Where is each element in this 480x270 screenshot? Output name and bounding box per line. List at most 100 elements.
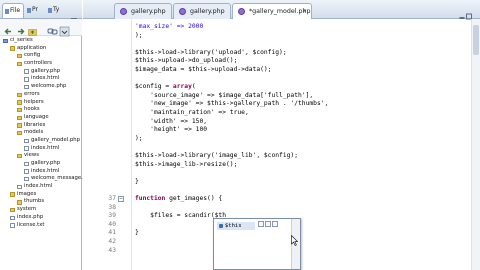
code-line[interactable]: $this->load->library('image_lib', $confi… — [135, 152, 298, 160]
tree-folder-item[interactable]: libraries — [0, 122, 82, 130]
tree-item-label: gallery.php — [31, 160, 61, 166]
tab-project[interactable]: Pr — [25, 3, 45, 18]
tab-label: Pr — [32, 6, 38, 13]
code-token: 'maintain_ration' => true, — [135, 109, 249, 116]
code-line[interactable]: $this->load->library('upload', $config); — [135, 49, 287, 57]
tree-folder-item[interactable]: language — [0, 114, 82, 122]
tree-file-item[interactable]: gallery_model.php — [0, 137, 82, 145]
code-line[interactable]: 'maintain_ration' => true, — [135, 109, 249, 117]
tab-type[interactable]: Ty — [46, 3, 66, 18]
autocomplete-item-label: $this — [225, 223, 242, 229]
tree-file-item[interactable]: gallery.php — [0, 68, 82, 76]
tree-folder-item[interactable]: thumbs — [0, 198, 82, 206]
tree-folder-item[interactable]: application — [0, 45, 82, 53]
variable-icon — [219, 224, 223, 228]
tree-folder-item[interactable]: helpers — [0, 99, 82, 107]
back-arrow-icon[interactable] — [3, 22, 14, 35]
tab-gallery-view[interactable]: gallery.php — [173, 3, 231, 19]
tree-file-item[interactable]: index.html — [0, 168, 82, 176]
tree-file-item[interactable]: index.html — [0, 75, 82, 83]
line-number: 43 — [108, 246, 116, 254]
autocomplete-item[interactable]: $this — [217, 222, 255, 230]
code-token: $this->load->library('upload', $config); — [135, 48, 287, 56]
editor-minimize-maximize-icon[interactable] — [459, 6, 473, 20]
code-token: 'max_size' => 2000 — [135, 23, 204, 30]
scrollbar-thumb[interactable] — [473, 25, 479, 55]
code-token: } — [135, 177, 139, 185]
tree-item-label: system — [17, 206, 37, 213]
code-line[interactable]: $config = array( — [135, 83, 196, 91]
code-token: 'width' => 150, — [135, 117, 208, 125]
code-line[interactable]: $this->upload->do_upload(); — [135, 57, 237, 65]
tree-folder-item[interactable]: config — [0, 52, 82, 60]
explorer-toolbar — [0, 19, 82, 37]
code-line[interactable]: 'new_image' => $this->gallery_path . '/t… — [135, 100, 328, 108]
code-token: get_images() { — [165, 195, 223, 202]
forward-arrow-icon[interactable] — [15, 22, 26, 35]
popup-button[interactable] — [272, 221, 278, 227]
tab-gallery-controller[interactable]: gallery.php — [114, 3, 172, 19]
code-token: $image_data = $this->upload->data(); — [135, 66, 272, 73]
tree-folder-item[interactable]: controllers — [0, 60, 82, 68]
code-line[interactable]: $image_data = $this->upload->data(); — [135, 66, 271, 74]
popup-button[interactable] — [258, 221, 264, 227]
fold-toggle-icon[interactable]: − — [118, 196, 124, 202]
file-icon — [24, 146, 29, 151]
code-line[interactable]: $this->image_lib->resize(); — [135, 161, 237, 169]
tree-file-item[interactable]: license.txt — [0, 222, 82, 230]
tree-folder-item[interactable]: hooks — [0, 106, 82, 114]
tree-file-item[interactable]: index.html — [0, 145, 82, 153]
popup-controls — [258, 221, 284, 228]
tab-label: File — [10, 7, 21, 14]
tree-file-item[interactable]: gallery.php — [0, 160, 82, 168]
file-icon — [24, 69, 29, 74]
tree-item-label: images — [17, 190, 37, 197]
folder-icon — [17, 123, 22, 128]
project-icon — [3, 38, 8, 44]
tree-item-label: gallery.php — [31, 67, 61, 74]
code-line[interactable]: 'width' => 150, — [135, 118, 207, 126]
folder-icon — [17, 200, 22, 205]
code-line[interactable]: ); — [135, 135, 143, 143]
tree-folder-item[interactable]: views — [0, 152, 82, 160]
tab-file-explorer[interactable]: File — [2, 3, 24, 18]
code-line[interactable]: 'source_image' => $image_data['full_path… — [135, 92, 313, 100]
tree-item-label: license.txt — [17, 221, 45, 228]
tree-file-item[interactable]: index.html — [0, 183, 82, 191]
tree-folder-item[interactable]: ci_series — [0, 37, 82, 45]
code-line[interactable]: 'max_size' => 2000 — [135, 23, 203, 31]
folder-icon — [17, 115, 22, 120]
folder-icon — [17, 130, 22, 136]
vertical-scrollbar[interactable] — [471, 19, 480, 270]
explorer-tab-bar: File Pr Ty — [0, 0, 82, 20]
file-icon — [24, 169, 29, 174]
code-token: ); — [135, 31, 143, 39]
tree-file-item[interactable]: welcome_message.php — [0, 175, 93, 183]
tree-folder-item[interactable]: system — [0, 206, 82, 214]
minimize-icon[interactable] — [70, 6, 78, 20]
file-icon — [24, 161, 29, 167]
up-folder-icon[interactable] — [27, 22, 38, 36]
code-line[interactable]: ); — [135, 32, 143, 40]
tree-folder-item[interactable]: models — [0, 129, 82, 137]
project-tree: ci_series application config controllers gal… — [0, 37, 93, 230]
tab-gallery-model[interactable]: *gallery_model.php ✕ — [232, 3, 312, 19]
code-line[interactable]: } — [135, 229, 139, 237]
view-menu-icon[interactable] — [59, 22, 70, 37]
code-line[interactable]: } — [135, 178, 139, 186]
tree-item-label: index.html — [31, 144, 60, 151]
tree-file-item[interactable]: index.php — [0, 214, 82, 222]
php-file-icon — [120, 8, 127, 15]
code-line[interactable]: function get_images() { — [135, 195, 222, 203]
tree-file-item[interactable]: welcome.php — [0, 83, 82, 91]
code-token: function — [135, 195, 166, 202]
code-line[interactable]: 'height' => 100 — [135, 126, 207, 134]
code-token: $this->image_lib->resize(); — [135, 160, 238, 168]
code-token: ); — [135, 134, 143, 142]
file-icon — [17, 184, 22, 190]
tree-folder-item[interactable]: images — [0, 191, 82, 199]
link-with-editor-icon[interactable] — [47, 22, 58, 35]
tree-folder-item[interactable]: errors — [0, 91, 82, 99]
close-tab-icon[interactable]: ✕ — [302, 4, 307, 19]
popup-button[interactable] — [265, 221, 271, 227]
